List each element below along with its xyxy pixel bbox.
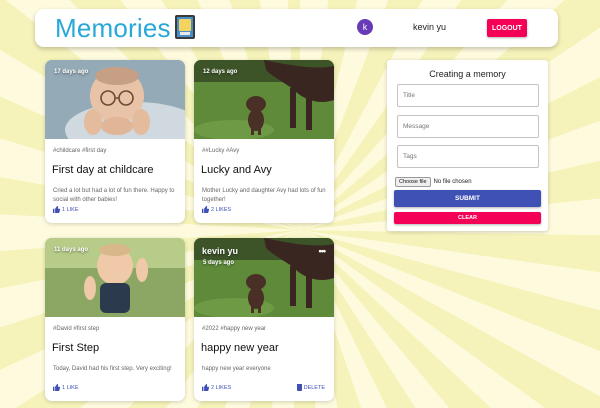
post-time: 17 days ago bbox=[54, 69, 89, 75]
post-message: happy new year everyone bbox=[202, 366, 271, 372]
like-count: 1 LIKE bbox=[62, 206, 79, 213]
post-card[interactable]: 17 days ago #childcare #first day First … bbox=[45, 60, 185, 223]
username: kevin yu bbox=[413, 22, 447, 32]
tags-input[interactable] bbox=[397, 145, 539, 168]
post-tags: #childcare #first day bbox=[53, 148, 107, 154]
post-card[interactable]: kevin yu 5 days ago ••• #2022 #happy new… bbox=[194, 238, 334, 401]
brand-title[interactable]: Memories bbox=[55, 13, 171, 44]
avatar[interactable]: k bbox=[357, 19, 373, 35]
delete-label: DELETE bbox=[303, 384, 325, 391]
thumb-up-icon bbox=[53, 384, 60, 391]
trash-icon bbox=[296, 384, 302, 391]
post-title: Lucky and Avy bbox=[201, 164, 272, 176]
like-count: 2 LIKES bbox=[211, 206, 232, 213]
like-count: 2 LIKES bbox=[211, 384, 232, 391]
post-time: 11 days ago bbox=[54, 247, 89, 253]
post-title: happy new year bbox=[201, 342, 279, 354]
create-memory-form: Creating a memory Choose file No file ch… bbox=[387, 60, 548, 231]
post-title: First Step bbox=[52, 342, 100, 354]
post-title: First day at childcare bbox=[52, 164, 154, 176]
post-card[interactable]: 11 days ago #David #first step First Ste… bbox=[45, 238, 185, 401]
post-creator: kevin yu bbox=[202, 246, 239, 256]
title-input[interactable] bbox=[397, 84, 539, 107]
app-bar: Memories k kevin yu LOGOUT bbox=[35, 9, 558, 47]
thumb-up-icon bbox=[202, 384, 209, 391]
post-tags: ##Lucky #Avy bbox=[202, 148, 240, 154]
post-tags: #2022 #happy new year bbox=[202, 326, 267, 332]
post-tags: #David #first step bbox=[53, 326, 100, 332]
like-button[interactable]: 2 LIKES bbox=[202, 206, 231, 213]
like-button[interactable]: 1 LIKE bbox=[53, 384, 79, 391]
post-message: Mother Lucky and daughter Avy had lots o… bbox=[202, 188, 326, 203]
delete-button[interactable]: DELETE bbox=[296, 384, 325, 391]
form-title: Creating a memory bbox=[429, 69, 506, 79]
post-message: Cried a lot but had a lot of fun there. … bbox=[53, 188, 175, 203]
file-status: No file chosen bbox=[433, 179, 472, 185]
like-count: 1 LIKE bbox=[62, 384, 79, 391]
logout-button[interactable]: LOGOUT bbox=[487, 19, 527, 37]
submit-button[interactable]: SUBMIT bbox=[394, 190, 541, 207]
thumb-up-icon bbox=[202, 206, 209, 213]
more-options-icon[interactable]: ••• bbox=[319, 246, 327, 256]
like-button[interactable]: 2 LIKES bbox=[202, 384, 231, 391]
clear-button[interactable]: CLEAR bbox=[394, 212, 541, 224]
post-time: 5 days ago bbox=[203, 260, 235, 266]
like-button[interactable]: 1 LIKE bbox=[53, 206, 79, 213]
post-card[interactable]: 12 days ago ##Lucky #Avy Lucky and Avy M… bbox=[194, 60, 334, 223]
message-input[interactable] bbox=[397, 115, 539, 138]
file-picker: Choose file No file chosen bbox=[395, 177, 472, 187]
post-message: Today, David had his first step. Very ex… bbox=[53, 366, 172, 372]
photo-album-icon bbox=[175, 15, 195, 39]
post-time: 12 days ago bbox=[203, 69, 238, 75]
choose-file-button[interactable]: Choose file bbox=[395, 177, 431, 187]
thumb-up-icon bbox=[53, 206, 60, 213]
